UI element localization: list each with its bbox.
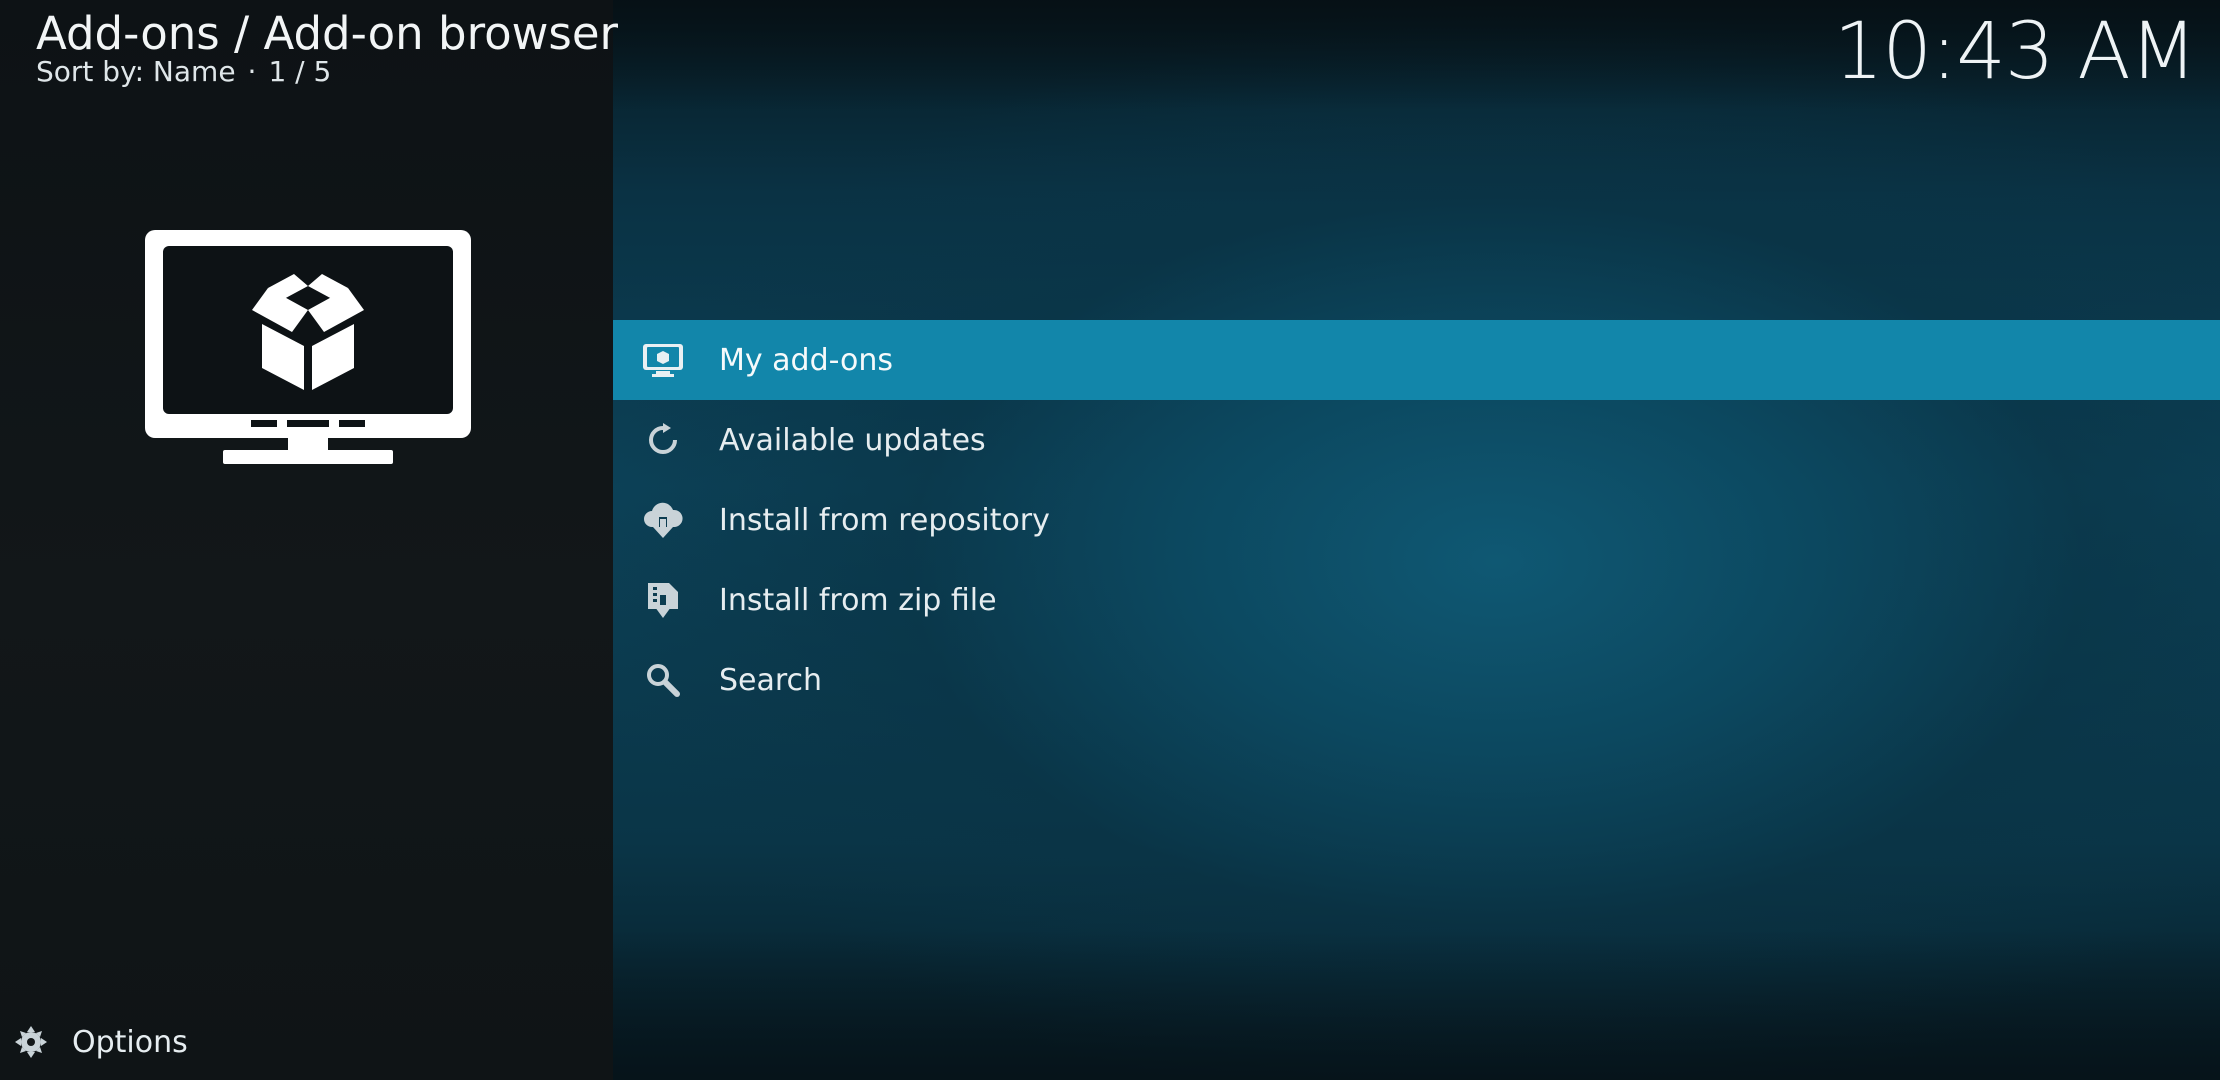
cloud-download-icon	[641, 498, 685, 542]
sort-label[interactable]: Sort by: Name	[36, 55, 236, 88]
menu-item-search[interactable]: Search	[613, 640, 2220, 720]
menu-item-label: Available updates	[719, 422, 986, 458]
addon-browser-menu: My add-ons Available updates Install fro…	[613, 320, 2220, 720]
menu-item-label: Install from zip file	[719, 582, 997, 618]
options-icon	[12, 1023, 50, 1061]
menu-item-label: Search	[719, 662, 823, 698]
menu-item-my-addons[interactable]: My add-ons	[613, 320, 2220, 400]
screen: Add-ons / Add-on browser Sort by: Name · 1…	[0, 0, 2220, 1080]
menu-item-available-updates[interactable]: Available updates	[613, 400, 2220, 480]
left-panel	[0, 0, 613, 1080]
separator-dot: ·	[247, 55, 257, 88]
refresh-icon	[641, 418, 685, 462]
menu-item-label: My add-ons	[719, 342, 894, 378]
options-button[interactable]: Options	[12, 1020, 188, 1064]
menu-item-install-from-repository[interactable]: Install from repository	[613, 480, 2220, 560]
clock: 10:43 AM	[1833, 7, 2197, 97]
search-icon	[641, 658, 685, 702]
zip-download-icon	[641, 578, 685, 622]
monitor-box-icon	[641, 338, 685, 382]
menu-item-install-from-zip[interactable]: Install from zip file	[613, 560, 2220, 640]
item-position: 1 / 5	[268, 55, 332, 88]
menu-item-label: Install from repository	[719, 502, 1050, 538]
sort-info: Sort by: Name · 1 / 5	[36, 54, 331, 90]
options-label: Options	[72, 1024, 188, 1060]
addon-monitor-box-icon	[145, 230, 471, 464]
